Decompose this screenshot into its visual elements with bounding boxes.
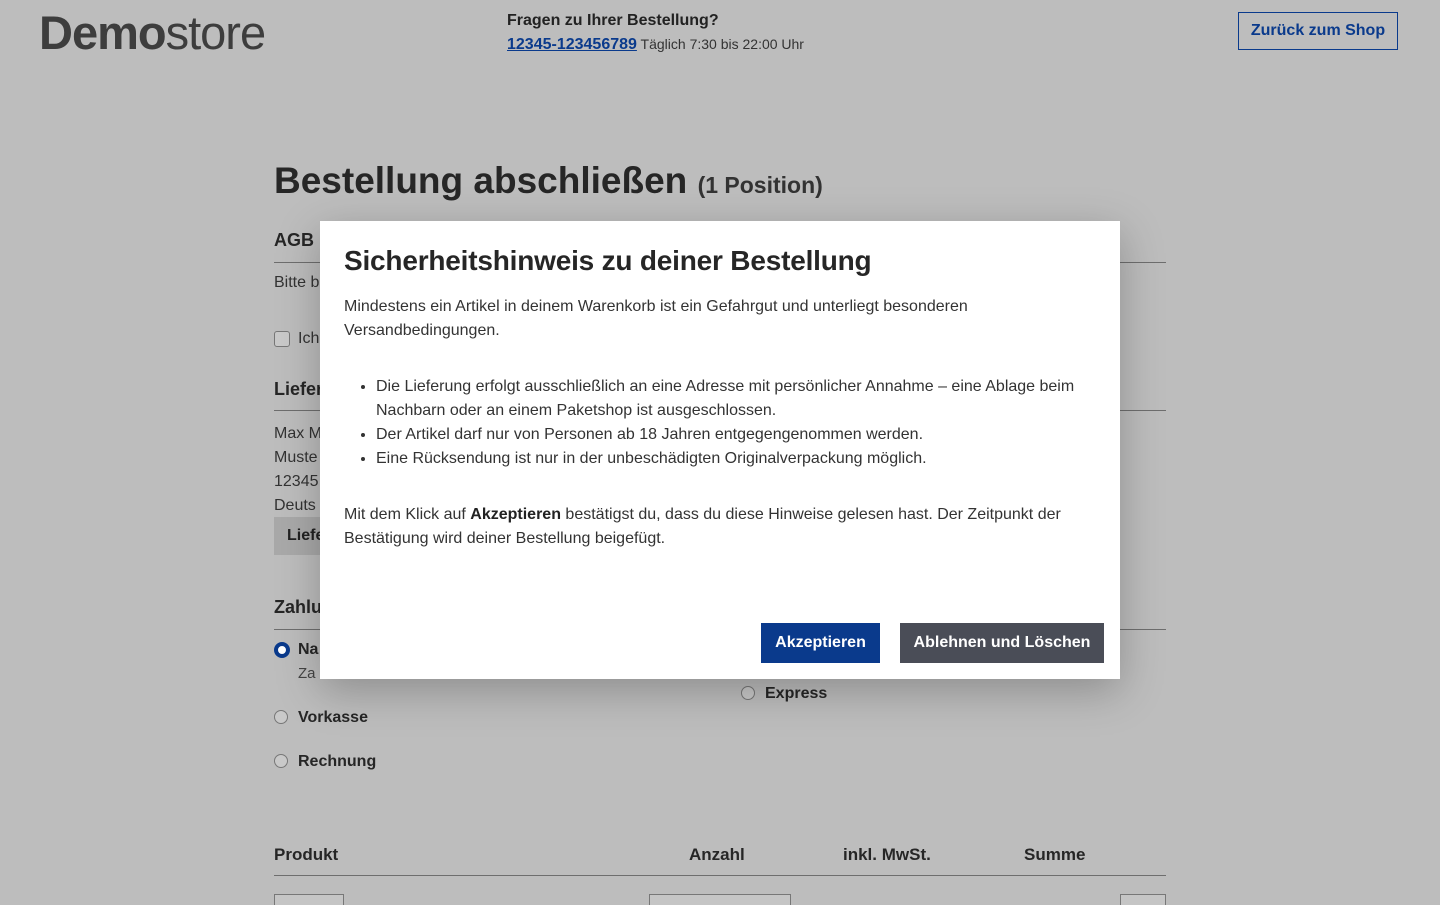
table-header-sum: Summe bbox=[1024, 845, 1086, 864]
payment-label-invoice: Rechnung bbox=[298, 753, 377, 770]
modal-bullet: Eine Rücksendung ist nur in der unbeschä… bbox=[376, 447, 1116, 471]
payment-section-title: Zahlu bbox=[274, 597, 322, 617]
page-title: Bestellung abschließen (1 Position) bbox=[274, 160, 823, 202]
table-divider bbox=[274, 875, 1166, 876]
shipping-radio-express[interactable] bbox=[741, 686, 755, 700]
delivery-section-title: Liefer bbox=[274, 379, 324, 399]
accept-button[interactable]: Akzeptieren bbox=[761, 623, 880, 663]
payment-label-prepayment: Vorkasse bbox=[298, 709, 368, 726]
agb-checkbox[interactable] bbox=[274, 331, 290, 347]
decline-and-delete-button[interactable]: Ablehnen und Löschen bbox=[900, 623, 1104, 663]
agb-checkbox-label: Ich bbox=[298, 330, 320, 347]
logo-bold-text: Demo bbox=[39, 6, 167, 59]
logo-light-text: store bbox=[165, 6, 266, 59]
shipping-label-express: Express bbox=[765, 685, 828, 702]
logo[interactable]: Demostore bbox=[39, 6, 266, 59]
modal-bullet-list: Die Lieferung erfolgt ausschließlich an … bbox=[344, 375, 1116, 471]
address-line: Muste bbox=[274, 449, 318, 466]
contact-question: Fragen zu Ihrer Bestellung? bbox=[507, 12, 719, 29]
safety-notice-modal: Sicherheitshinweis zu deiner Bestellung … bbox=[320, 221, 1120, 679]
page-title-text: Bestellung abschließen bbox=[274, 160, 688, 201]
payment-radio-prepayment[interactable] bbox=[274, 710, 288, 724]
contact-info: Fragen zu Ihrer Bestellung? 12345-123456… bbox=[507, 10, 804, 57]
payment-label-cod: Na bbox=[298, 641, 319, 658]
hours-text: Täglich 7:30 bis 22:00 Uhr bbox=[640, 36, 804, 52]
payment-radio-cod[interactable] bbox=[274, 642, 290, 658]
address-line: Deuts bbox=[274, 497, 316, 514]
modal-confirmation-text: Mit dem Klick auf Akzeptieren bestätigst… bbox=[344, 503, 1094, 551]
payment-cod-description: Za bbox=[298, 665, 316, 682]
back-to-shop-button[interactable]: Zurück zum Shop bbox=[1238, 12, 1398, 50]
modal-intro: Mindestens ein Artikel in deinem Warenko… bbox=[344, 298, 968, 339]
modal-bullet: Die Lieferung erfolgt ausschließlich an … bbox=[376, 375, 1116, 423]
payment-radio-invoice[interactable] bbox=[274, 754, 288, 768]
table-header-vat: inkl. MwSt. bbox=[843, 845, 931, 864]
agb-text: Bitte b bbox=[274, 274, 320, 291]
delivery-address: Max M Muste 12345 Deuts bbox=[274, 422, 322, 518]
position-count: (1 Position) bbox=[697, 172, 823, 198]
phone-link[interactable]: 12345-123456789 bbox=[507, 36, 637, 53]
modal-title: Sicherheitshinweis zu deiner Bestellung bbox=[344, 245, 872, 276]
table-header-quantity: Anzahl bbox=[689, 845, 745, 864]
address-line: Max M bbox=[274, 425, 322, 442]
table-header-product: Produkt bbox=[274, 845, 339, 864]
modal-bullet: Der Artikel darf nur von Personen ab 18 … bbox=[376, 423, 1116, 447]
address-line: 12345 bbox=[274, 473, 319, 490]
confirm-prefix: Mit dem Klick auf bbox=[344, 506, 466, 523]
confirm-bold: Akzeptieren bbox=[470, 506, 561, 523]
